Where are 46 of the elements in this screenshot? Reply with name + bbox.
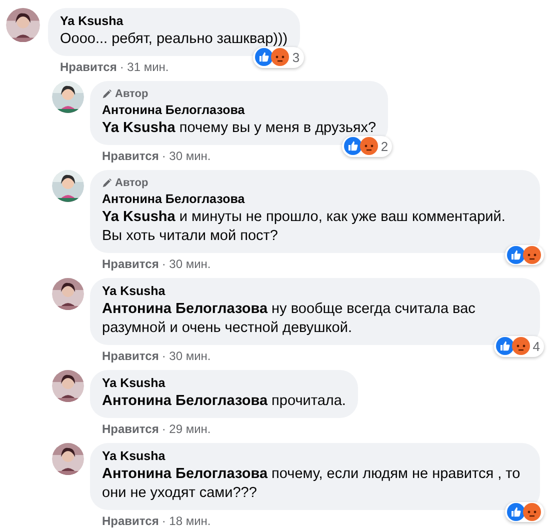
like-link[interactable]: Нравится (102, 422, 159, 437)
comment-text: Оооо... ребят, реально зашквар))) (60, 30, 288, 49)
reaction-count: 4 (532, 338, 540, 356)
author-label: Автор (115, 176, 148, 191)
author-name[interactable]: Ya Ksusha (102, 375, 346, 392)
like-link[interactable]: Нравится (102, 149, 159, 164)
pen-icon (102, 89, 112, 99)
angry-face-icon (271, 48, 290, 66)
author-name[interactable]: Антонина Белоглазова (102, 102, 376, 119)
reactions-badge[interactable] (505, 502, 544, 522)
reaction-count: 2 (380, 138, 388, 156)
like-link[interactable]: Нравится (60, 60, 117, 75)
comment-time[interactable]: · 30 мин. (162, 149, 211, 164)
reactions-badge[interactable] (505, 245, 544, 265)
like-link[interactable]: Нравится (102, 257, 159, 272)
reactions-badge[interactable]: 4 (494, 336, 544, 357)
like-link[interactable]: Нравится (102, 349, 159, 364)
comment-time[interactable]: · 31 мин. (120, 60, 169, 75)
author-name[interactable]: Ya Ksusha (60, 13, 288, 30)
comment-text: Антонина Белоглазова ну вообще всегда считала вас разумной и очень честной девушкой. (102, 300, 476, 338)
angry-face-icon (360, 137, 378, 156)
angry-face-icon (523, 503, 541, 521)
like-icon (255, 48, 274, 66)
angry-face-icon (523, 246, 541, 264)
comment-text: Ya Ksusha и минуты не прошло, как уже ваш комментарий. Вы хоть читали мой пост? (102, 208, 506, 246)
like-icon (496, 337, 514, 356)
like-link[interactable]: Нравится (102, 514, 159, 529)
comment-time[interactable]: · 30 мин. (162, 257, 211, 272)
like-icon (507, 503, 525, 521)
comment-text: Антонина Белоглазова почему, если людям не нравится , то они не уходят сами??? (102, 465, 522, 503)
author-name[interactable]: Ya Ksusha (102, 448, 528, 465)
comment-text: Антонина Белоглазова прочитала. (102, 392, 346, 411)
author-name[interactable]: Ya Ksusha (102, 283, 528, 300)
angry-face-icon (512, 337, 530, 356)
comment-text: Ya Ksusha почему вы у меня в друзьях? (102, 119, 376, 138)
author-label: Автор (115, 86, 148, 102)
author-name[interactable]: Антонина Белоглазова (102, 191, 528, 208)
reactions-badge[interactable]: 3 (253, 46, 304, 68)
like-icon (507, 246, 525, 264)
reactions-badge[interactable]: 2 (342, 136, 392, 157)
like-icon (344, 137, 362, 156)
comment-time[interactable]: · 29 мин. (162, 422, 211, 437)
comment-time[interactable]: · 18 мин. (162, 514, 211, 529)
pen-icon (102, 178, 112, 188)
comment-time[interactable]: · 30 мин. (162, 349, 211, 364)
reaction-count: 3 (292, 48, 300, 66)
